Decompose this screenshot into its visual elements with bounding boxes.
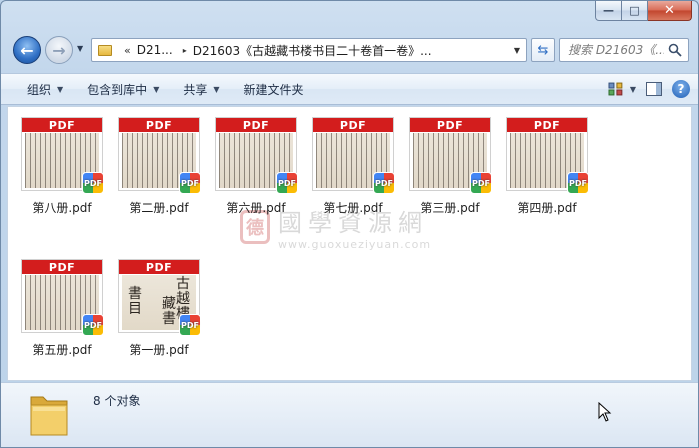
caption-buttons: — □ ✕ <box>595 1 692 21</box>
pdf-label: PDF <box>22 260 102 274</box>
file-item[interactable]: PDF PDF 第八册.pdf <box>14 107 110 225</box>
pdf-app-icon: PDF <box>470 172 492 194</box>
search-icon[interactable] <box>668 43 682 57</box>
include-in-library-label: 包含到库中 <box>87 82 148 97</box>
change-view-button[interactable]: ▼ <box>608 78 636 100</box>
file-item[interactable]: PDF PDF 第六册.pdf <box>208 107 304 225</box>
pdf-thumbnail: PDF PDF <box>409 117 492 194</box>
breadcrumb-segment-current[interactable]: D21603《古越藏书楼书目二十卷首一卷》... <box>193 42 432 59</box>
pdf-app-icon: PDF <box>82 314 104 336</box>
file-name: 第三册.pdf <box>420 201 480 215</box>
file-list-view[interactable]: 德 國學資源網 www.guoxueziyuan.com PDF PDF 第八册.p… <box>7 106 692 381</box>
share-menu[interactable]: 共享 ▼ <box>171 77 231 101</box>
cover-title-char: 書 <box>162 311 176 327</box>
mouse-cursor-icon <box>598 402 612 422</box>
arrow-left-icon: ← <box>20 40 34 60</box>
address-bar[interactable]: « D21... ▸ D21603《古越藏书楼书目二十卷首一卷》... ▼ <box>91 38 527 62</box>
cover-title-char: 書 <box>128 286 142 302</box>
command-bar: 组织 ▼ 包含到库中 ▼ 共享 ▼ 新建文件夹 ▼ ? <box>1 73 698 105</box>
cover-title-char: 越 <box>176 291 190 307</box>
maximize-button[interactable]: □ <box>622 1 648 21</box>
pdf-label: PDF <box>313 118 393 132</box>
file-item[interactable]: PDF PDF 第五册.pdf <box>14 249 110 367</box>
back-button[interactable]: ← <box>13 36 41 64</box>
arrow-right-icon: → <box>52 40 66 60</box>
cover-title-char: 目 <box>128 301 142 317</box>
search-box[interactable] <box>559 38 689 62</box>
help-icon[interactable]: ? <box>672 80 690 98</box>
pdf-thumbnail: PDF PDF <box>506 117 589 194</box>
file-name: 第五册.pdf <box>32 343 92 357</box>
pdf-app-icon: PDF <box>373 172 395 194</box>
new-folder-button[interactable]: 新建文件夹 <box>232 77 316 101</box>
explorer-window: — □ ✕ ← → ▼ « D21... ▸ D21603《古越藏书楼书目二十卷… <box>0 0 699 448</box>
pdf-thumbnail: PDF PDF <box>21 259 104 336</box>
details-pane: 8 个对象 <box>1 382 698 447</box>
pdf-label: PDF <box>119 118 199 132</box>
cover-title-char: 藏 <box>162 296 176 312</box>
pdf-label: PDF <box>410 118 490 132</box>
minimize-button[interactable]: — <box>595 1 622 21</box>
pdf-label: PDF <box>22 118 102 132</box>
caret-down-icon: ▼ <box>153 84 160 94</box>
file-name: 第六册.pdf <box>226 201 286 215</box>
breadcrumb-separator-icon[interactable]: ▸ <box>183 46 187 55</box>
pdf-label: PDF <box>119 260 199 274</box>
caret-down-icon[interactable]: ▼ <box>630 85 636 94</box>
breadcrumb-segment[interactable]: D21... <box>137 43 173 57</box>
share-label: 共享 <box>183 82 208 97</box>
pdf-thumbnail: PDF古越藏書樓書目PDF <box>118 259 201 336</box>
refresh-icon: ⇆ <box>537 42 549 58</box>
address-dropdown-icon[interactable]: ▼ <box>514 46 520 55</box>
file-item[interactable]: PDF PDF 第三册.pdf <box>402 107 498 225</box>
pdf-app-icon: PDF <box>567 172 589 194</box>
forward-button[interactable]: → <box>45 36 73 64</box>
folder-icon <box>30 396 68 436</box>
new-folder-label: 新建文件夹 <box>243 82 304 97</box>
pdf-label: PDF <box>507 118 587 132</box>
organize-menu[interactable]: 组织 ▼ <box>15 77 75 101</box>
folder-icon <box>98 44 112 56</box>
file-item[interactable]: PDF古越藏書樓書目PDF第一册.pdf <box>111 249 207 367</box>
watermark-url: www.guoxueziyuan.com <box>278 238 432 251</box>
caret-down-icon: ▼ <box>57 84 64 94</box>
include-in-library-menu[interactable]: 包含到库中 ▼ <box>75 77 171 101</box>
pdf-thumbnail: PDF PDF <box>118 117 201 194</box>
refresh-button[interactable]: ⇆ <box>531 38 555 62</box>
pdf-thumbnail: PDF PDF <box>312 117 395 194</box>
file-name: 第七册.pdf <box>323 201 383 215</box>
item-count: 8 个对象 <box>93 394 141 408</box>
pdf-thumbnail: PDF PDF <box>215 117 298 194</box>
cover-title-char: 古 <box>176 276 190 292</box>
organize-label: 组织 <box>27 82 52 97</box>
file-name: 第二册.pdf <box>129 201 189 215</box>
file-name: 第八册.pdf <box>32 201 92 215</box>
file-item[interactable]: PDF PDF 第二册.pdf <box>111 107 207 225</box>
file-item[interactable]: PDF PDF 第七册.pdf <box>305 107 401 225</box>
close-button[interactable]: ✕ <box>648 1 692 21</box>
recent-pages-dropdown[interactable]: ▼ <box>77 44 83 53</box>
breadcrumb-overflow[interactable]: « <box>124 44 131 57</box>
pdf-thumbnail: PDF PDF <box>21 117 104 194</box>
pdf-app-icon: PDF <box>276 172 298 194</box>
pdf-app-icon: PDF <box>179 172 201 194</box>
caret-down-icon: ▼ <box>213 84 220 94</box>
file-name: 第一册.pdf <box>129 343 189 357</box>
search-input[interactable] <box>568 43 664 57</box>
file-name: 第四册.pdf <box>517 201 577 215</box>
toolbar-right-controls: ▼ ? <box>608 78 690 100</box>
view-grid-icon <box>608 82 623 96</box>
file-item[interactable]: PDF PDF 第四册.pdf <box>499 107 595 225</box>
pdf-app-icon: PDF <box>82 172 104 194</box>
navigation-row: ← → ▼ « D21... ▸ D21603《古越藏书楼书目二十卷首一卷》..… <box>9 35 690 65</box>
pdf-label: PDF <box>216 118 296 132</box>
preview-pane-icon[interactable] <box>646 82 662 96</box>
pdf-app-icon: PDF <box>179 314 201 336</box>
